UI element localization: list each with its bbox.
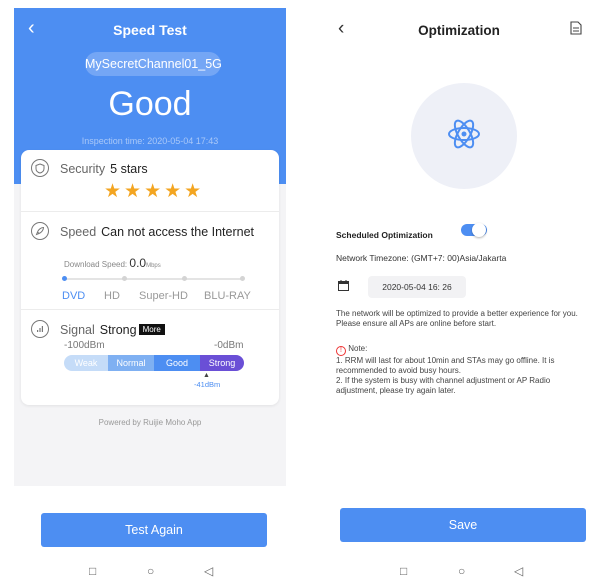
download-speed: Download Speed: 0.0Mbps <box>64 256 161 270</box>
rocket-icon <box>31 222 49 240</box>
ssid-chip: MySecretChannel01_5G <box>85 52 222 76</box>
results-card: Security 5 stars ★★★★★ Speed Can not acces… <box>21 150 279 405</box>
document-icon[interactable] <box>570 21 582 39</box>
network-timezone: Network Timezone: (GMT+7: 00)Asia/Jakart… <box>336 253 507 263</box>
save-button[interactable]: Save <box>340 508 586 542</box>
signal-icon <box>31 320 49 338</box>
quality-dot <box>62 276 67 281</box>
quality-dvd: DVD <box>62 290 86 302</box>
security-section: Security 5 stars ★★★★★ <box>21 150 279 212</box>
speed-section: Speed Can not access the Internet Downloa… <box>21 212 279 310</box>
quality-super-hd: Super-HD <box>139 290 188 302</box>
nav-square-icon[interactable]: □ <box>89 564 96 578</box>
security-value: 5 stars <box>110 162 148 176</box>
warning-icon: ! <box>336 346 346 356</box>
signal-section: Signal Strong More -100dBm -0dBm Weak Norm… <box>21 310 279 405</box>
nav-back-icon[interactable]: ◁ <box>204 564 213 578</box>
optimization-graphic <box>411 83 517 189</box>
nav-back-icon[interactable]: ◁ <box>514 564 523 578</box>
signal-label: Signal <box>60 323 95 337</box>
signal-reading: -41dBm <box>194 380 221 389</box>
description: The network will be optimized to provide… <box>336 309 578 328</box>
rating-text: Good <box>108 85 192 123</box>
note-title: Note: <box>348 344 368 353</box>
signal-max: -0dBm <box>214 340 244 351</box>
atom-icon <box>448 119 480 149</box>
nav-square-icon[interactable]: □ <box>400 564 407 578</box>
signal-min: -100dBm <box>64 340 105 351</box>
quality-dot <box>182 276 187 281</box>
level-strong: Strong <box>200 355 244 371</box>
optimization-screen: ‹ Optimization Scheduled Optimization Ne… <box>326 8 592 579</box>
date-picker[interactable]: 2020-05-04 16: 26 <box>368 276 466 298</box>
powered-by: Powered by Ruijie Moho App <box>98 418 202 427</box>
signal-bar: Weak Normal Good Strong <box>64 355 244 371</box>
download-speed-value: 0.0 <box>129 256 147 270</box>
speed-test-screen: ‹ Speed Test MySecretChannel01_5G Good I… <box>14 8 286 579</box>
note-block: ! Note: 1. RRM will last for about 10min… <box>336 344 592 396</box>
speed-label: Speed <box>60 225 97 239</box>
more-button[interactable]: More <box>138 324 165 335</box>
inspection-time: Inspection time: 2020-05-04 17:43 <box>81 136 219 146</box>
quality-hd: HD <box>104 290 120 302</box>
scheduled-optimization-toggle[interactable] <box>461 223 487 237</box>
system-nav-bar: □ ○ ◁ <box>326 564 592 578</box>
security-label: Security <box>60 162 106 176</box>
page-title: Optimization <box>418 23 500 38</box>
signal-value: Strong <box>99 323 137 337</box>
scheduled-optimization-label: Scheduled Optimization <box>336 230 433 240</box>
quality-blu-ray: BLU-RAY <box>204 290 251 302</box>
shield-icon <box>31 159 49 177</box>
nav-circle-icon[interactable]: ○ <box>147 564 154 578</box>
level-normal: Normal <box>108 355 154 371</box>
page-title: Speed Test <box>113 22 187 38</box>
quality-track <box>62 276 245 281</box>
level-good: Good <box>154 355 200 371</box>
note-item-2: 2. If the system is busy with channel ad… <box>336 376 551 395</box>
level-weak: Weak <box>64 355 108 371</box>
nav-circle-icon[interactable]: ○ <box>458 564 465 578</box>
note-item-1: 1. RRM will last for about 10min and STA… <box>336 356 555 375</box>
rating-stars: ★★★★★ <box>104 181 205 202</box>
speed-value: Can not access the Internet <box>101 225 255 239</box>
quality-dot <box>240 276 245 281</box>
quality-dot <box>122 276 127 281</box>
system-nav-bar: □ ○ ◁ <box>14 564 286 578</box>
test-again-button[interactable]: Test Again <box>41 513 267 547</box>
signal-marker: ▲ <box>203 372 210 379</box>
calendar-icon <box>338 280 349 294</box>
